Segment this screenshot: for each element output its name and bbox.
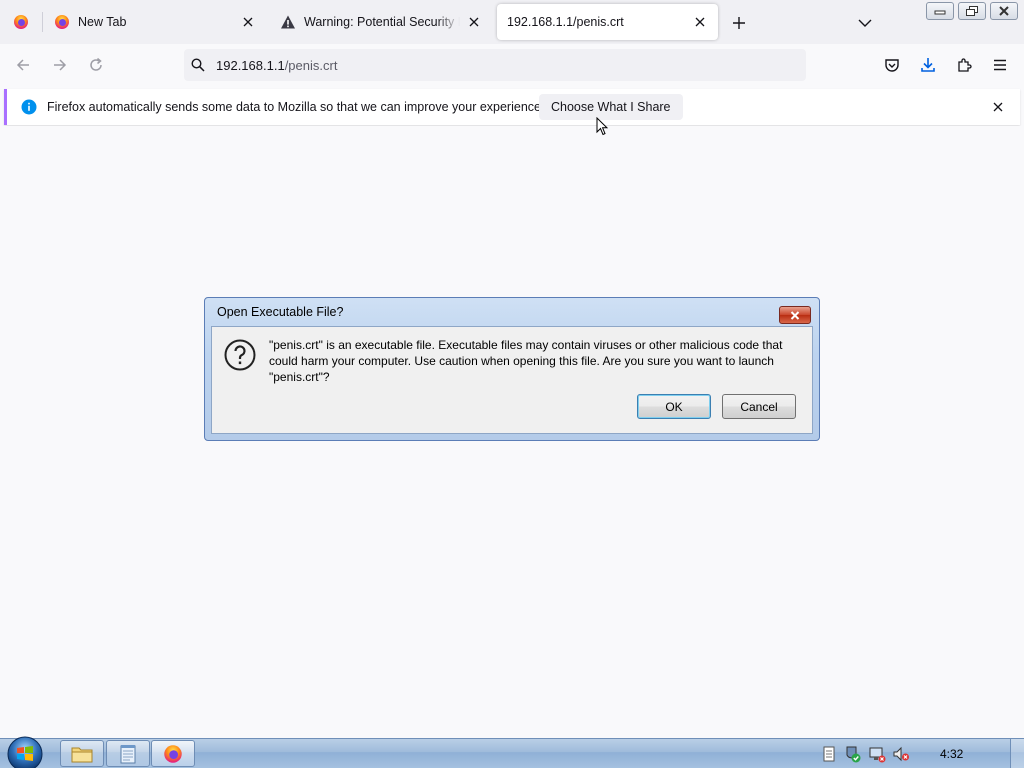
system-tray: 4:32 bbox=[820, 739, 1024, 768]
taskbar-clock[interactable]: 4:32 bbox=[940, 747, 1010, 761]
minimize-button[interactable] bbox=[926, 2, 954, 20]
forward-button[interactable] bbox=[48, 53, 72, 77]
network-icon[interactable] bbox=[868, 745, 886, 763]
restore-button[interactable] bbox=[958, 2, 986, 20]
dialog-title: Open Executable File? bbox=[217, 305, 344, 319]
start-button[interactable] bbox=[6, 735, 44, 768]
chevron-down-icon bbox=[858, 19, 872, 27]
question-icon bbox=[224, 339, 256, 371]
tab-strip: New Tab Warning: Potential Security Risk… bbox=[0, 0, 1024, 44]
taskbar-notepad[interactable] bbox=[106, 740, 150, 767]
close-icon[interactable] bbox=[692, 14, 708, 30]
tab-separator bbox=[42, 12, 43, 32]
firefox-icon bbox=[55, 15, 69, 29]
security-shield-icon[interactable] bbox=[844, 745, 862, 763]
taskbar-firefox[interactable] bbox=[151, 740, 195, 767]
dialog-body: "penis.crt" is an executable file. Execu… bbox=[211, 326, 813, 434]
dialog-titlebar[interactable]: Open Executable File? bbox=[211, 298, 813, 326]
tab-active-file[interactable]: 192.168.1.1/penis.crt bbox=[497, 4, 718, 40]
taskbar-explorer[interactable] bbox=[60, 740, 104, 767]
address-bar[interactable]: 192.168.1.1/penis.crt bbox=[184, 49, 806, 81]
search-icon bbox=[190, 57, 206, 73]
notification-message: Firefox automatically sends some data to… bbox=[47, 100, 545, 114]
notification-bar: Firefox automatically sends some data to… bbox=[4, 89, 1020, 125]
window-close-button[interactable] bbox=[990, 2, 1018, 20]
taskbar: 4:32 bbox=[0, 735, 1024, 768]
notification-close-button[interactable] bbox=[990, 99, 1006, 115]
warning-icon bbox=[281, 15, 295, 29]
action-center-icon[interactable] bbox=[820, 745, 838, 763]
pocket-button[interactable] bbox=[880, 53, 904, 77]
open-executable-dialog: Open Executable File? "penis.crt" is an … bbox=[204, 297, 820, 441]
forward-icon bbox=[54, 59, 67, 71]
ok-button[interactable]: OK bbox=[637, 394, 711, 419]
tab-security-warning[interactable]: Warning: Potential Security Risk Ahead bbox=[270, 4, 492, 40]
back-button[interactable] bbox=[11, 53, 35, 77]
url-host: 192.168.1.1 bbox=[216, 57, 285, 73]
cancel-button[interactable]: Cancel bbox=[722, 394, 796, 419]
extensions-button[interactable] bbox=[952, 53, 976, 77]
tab-title: 192.168.1.1/penis.crt bbox=[507, 15, 624, 29]
new-tab-button[interactable] bbox=[728, 12, 750, 34]
reload-button[interactable] bbox=[84, 53, 108, 77]
firefox-icon bbox=[14, 15, 28, 29]
dialog-close-button[interactable] bbox=[779, 306, 811, 324]
minimize-icon bbox=[934, 10, 946, 15]
show-desktop-button[interactable] bbox=[1010, 739, 1024, 768]
tab-new-tab[interactable]: New Tab bbox=[44, 4, 266, 40]
menu-button[interactable] bbox=[988, 53, 1012, 77]
plus-icon bbox=[733, 17, 745, 29]
volume-muted-icon[interactable] bbox=[892, 745, 910, 763]
extensions-icon bbox=[958, 58, 972, 72]
tab-title: New Tab bbox=[78, 15, 127, 29]
pinned-tab[interactable] bbox=[2, 4, 40, 40]
navigation-toolbar: 192.168.1.1/penis.crt bbox=[0, 44, 1024, 86]
close-icon bbox=[993, 102, 1003, 112]
url-path: /penis.crt bbox=[284, 57, 338, 73]
close-icon bbox=[999, 6, 1009, 16]
explorer-icon bbox=[71, 747, 93, 762]
tab-title: Warning: Potential Security Risk Ahead bbox=[304, 15, 460, 29]
choose-what-i-share-button[interactable]: Choose What I Share bbox=[539, 94, 683, 120]
close-icon bbox=[790, 310, 800, 320]
downloads-icon bbox=[921, 58, 935, 72]
pocket-icon bbox=[885, 59, 899, 72]
close-icon[interactable] bbox=[466, 14, 482, 30]
reload-icon bbox=[90, 57, 102, 71]
firefox-icon bbox=[164, 744, 182, 763]
list-all-tabs-button[interactable] bbox=[854, 12, 876, 34]
downloads-button[interactable] bbox=[916, 53, 940, 77]
restore-icon bbox=[966, 6, 978, 16]
window-caption-buttons bbox=[926, 2, 1018, 20]
back-icon bbox=[16, 59, 29, 71]
mouse-cursor-icon bbox=[596, 117, 608, 136]
menu-icon bbox=[994, 59, 1006, 71]
url-text[interactable]: 192.168.1.1/penis.crt bbox=[216, 58, 337, 73]
close-icon[interactable] bbox=[240, 14, 256, 30]
dialog-message: "penis.crt" is an executable file. Execu… bbox=[269, 338, 783, 384]
notepad-icon bbox=[120, 744, 136, 763]
info-icon bbox=[21, 99, 37, 115]
